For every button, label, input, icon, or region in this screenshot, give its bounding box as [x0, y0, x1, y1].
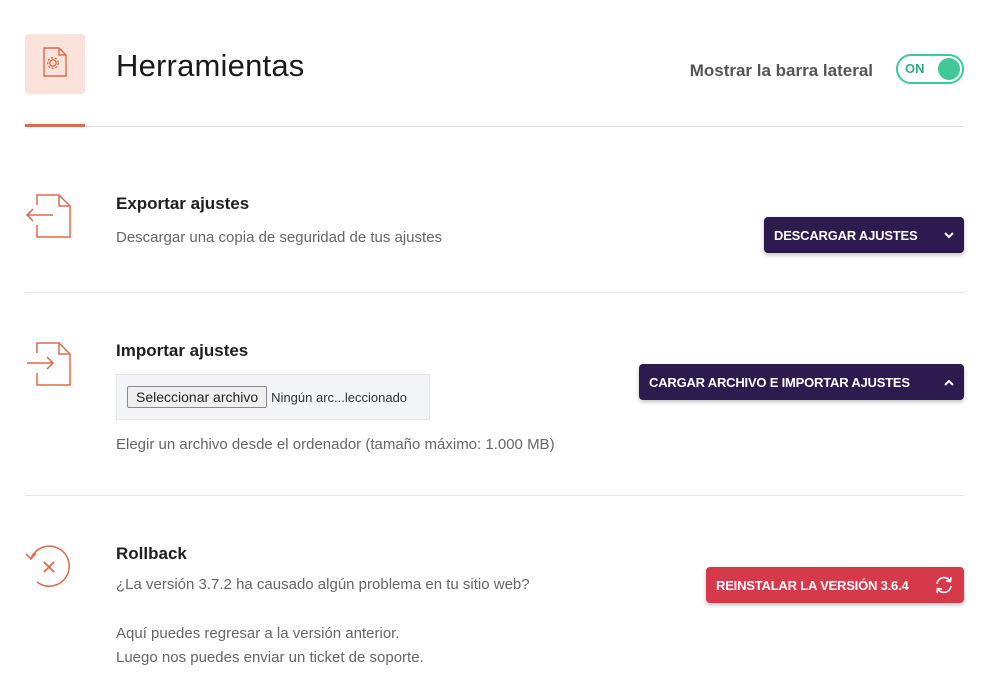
rollback-icon [25, 542, 73, 595]
import-section: Importar ajustes Seleccionar archivo Nin… [25, 293, 964, 496]
tools-tab[interactable] [25, 34, 85, 94]
page-header: Herramientas Mostrar la barra lateral ON [25, 34, 964, 127]
import-file-icon [25, 339, 73, 392]
upload-import-button[interactable]: CARGAR ARCHIVO E IMPORTAR AJUSTES [639, 364, 964, 400]
download-settings-button[interactable]: DESCARGAR AJUSTES [764, 217, 964, 253]
import-title: Importar ajustes [116, 341, 249, 360]
document-gear-icon [41, 46, 69, 83]
export-description: Descargar una copia de seguridad de tus … [116, 229, 443, 246]
chevron-up-icon [944, 379, 954, 386]
refresh-icon [934, 576, 954, 594]
file-input-box: Seleccionar archivo Ningún arc...leccion… [116, 374, 430, 420]
reinstall-version-label: REINSTALAR LA VERSIÓN 3.6.4 [716, 577, 909, 593]
rollback-description-1: ¿La versión 3.7.2 ha causado algún probl… [116, 576, 530, 593]
rollback-title: Rollback [116, 544, 187, 563]
toggle-knob [938, 58, 960, 80]
rollback-description-3: Luego nos puedes enviar un ticket de sop… [116, 649, 424, 666]
rollback-description-2: Aquí puedes regresar a la versión anteri… [116, 625, 400, 642]
export-file-icon [25, 191, 73, 244]
toggle-state-text: ON [905, 61, 925, 76]
download-settings-label: DESCARGAR AJUSTES [774, 227, 918, 243]
upload-import-label: CARGAR ARCHIVO E IMPORTAR AJUSTES [649, 374, 910, 390]
import-description: Elegir un archivo desde el ordenador (ta… [116, 436, 555, 453]
sidebar-toggle-label: Mostrar la barra lateral [689, 61, 873, 80]
page-title: Herramientas [116, 48, 305, 83]
export-title: Exportar ajustes [116, 194, 250, 213]
sidebar-toggle[interactable]: ON [896, 54, 964, 84]
chevron-down-icon [944, 231, 954, 239]
reinstall-version-button[interactable]: REINSTALAR LA VERSIÓN 3.6.4 [706, 567, 964, 603]
export-section: Exportar ajustes Descargar una copia de … [25, 127, 964, 293]
rollback-section: Rollback ¿La versión 3.7.2 ha causado al… [25, 496, 964, 686]
choose-file-button[interactable]: Seleccionar archivo [127, 386, 268, 408]
file-status-text: Ningún arc...leccionado [271, 389, 408, 405]
